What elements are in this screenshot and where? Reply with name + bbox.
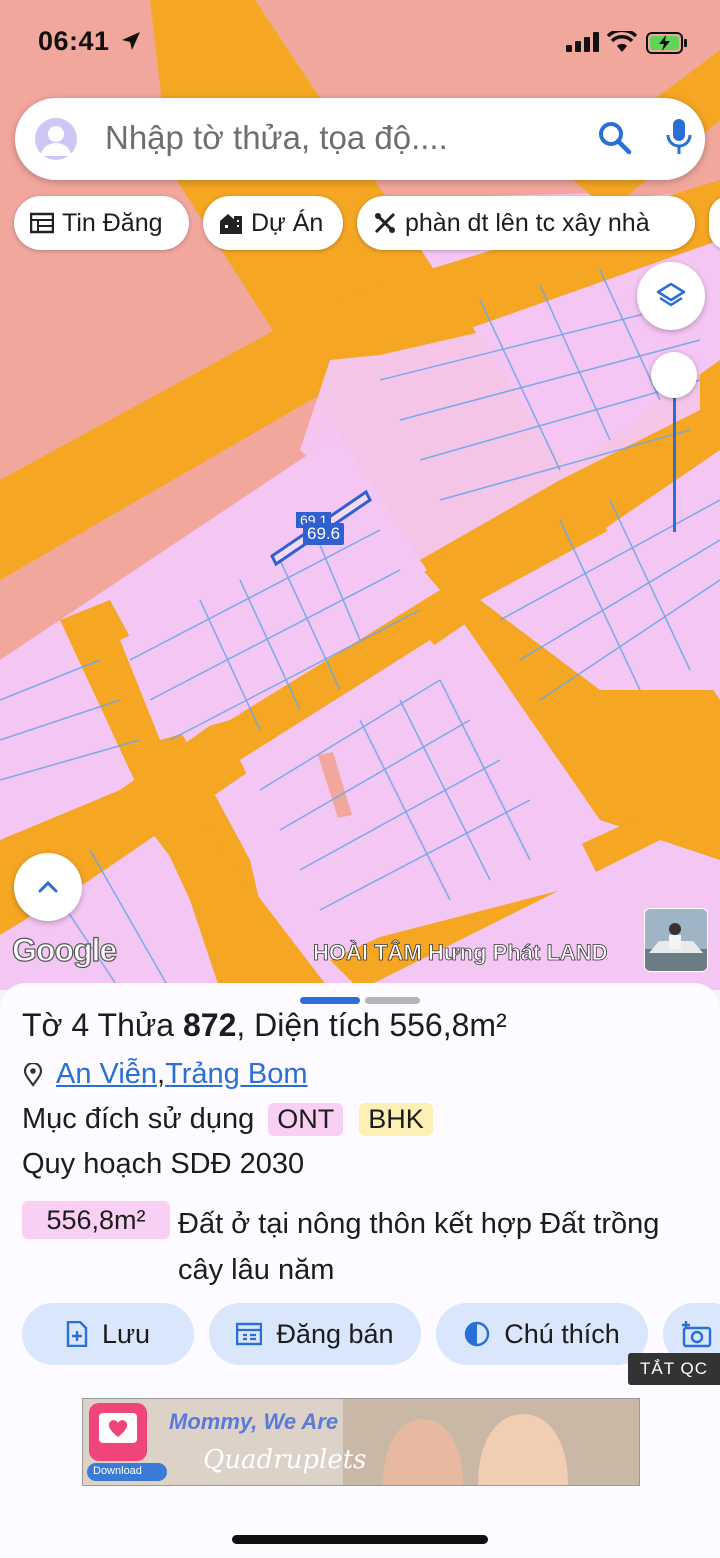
expand-sheet-button[interactable] bbox=[14, 853, 82, 921]
location-arrow-icon bbox=[122, 32, 140, 50]
zoom-slider-handle[interactable] bbox=[651, 352, 697, 398]
zoom-slider-track[interactable] bbox=[673, 388, 676, 532]
wifi-icon bbox=[607, 31, 637, 52]
ad-script-text: Quadruplets bbox=[203, 1445, 367, 1475]
ad-headline: Mommy, We Are bbox=[169, 1409, 339, 1434]
map-view[interactable]: 69.1 69.6 06:41 Tin Đăng Dự Án phàn dt l… bbox=[0, 0, 720, 990]
status-bar: 06:41 bbox=[0, 26, 720, 66]
add-file-icon bbox=[66, 1321, 88, 1347]
chip-label: Dự Án bbox=[251, 208, 324, 237]
commune-link[interactable]: An Viễn bbox=[56, 1058, 157, 1091]
chip-tin-dang[interactable]: Tin Đăng bbox=[14, 196, 189, 250]
microphone-icon[interactable] bbox=[666, 118, 692, 158]
chip-phan-dt[interactable]: phàn dt lên tc xây nhà bbox=[357, 196, 695, 250]
plan-area-badge: 556,8m² bbox=[22, 1201, 170, 1239]
chip-label: Tin Đăng bbox=[62, 208, 163, 237]
building-icon bbox=[220, 214, 242, 234]
plan-label: Quy hoạch SDĐ 2030 bbox=[22, 1148, 305, 1180]
watermark-thumbnail bbox=[644, 908, 708, 972]
search-bar[interactable] bbox=[15, 98, 705, 180]
layers-button[interactable] bbox=[637, 262, 705, 330]
parcel-address: An Viễn, Trảng Bom bbox=[22, 1058, 307, 1091]
chip-label: phàn dt lên tc xây nhà bbox=[405, 208, 650, 237]
google-attribution: Google bbox=[11, 931, 117, 968]
add-photo-icon bbox=[682, 1321, 712, 1348]
legend-button[interactable]: Chú thích bbox=[436, 1303, 648, 1365]
search-input[interactable] bbox=[105, 118, 575, 158]
listing-icon bbox=[236, 1322, 263, 1346]
profile-icon bbox=[41, 126, 71, 156]
location-pin-icon bbox=[23, 1062, 43, 1087]
search-icon[interactable] bbox=[598, 121, 632, 155]
chevron-up-icon bbox=[38, 880, 58, 893]
cellular-signal-icon bbox=[566, 32, 599, 52]
home-indicator[interactable] bbox=[232, 1535, 488, 1544]
watermark-text: HOÀI TÂM Hưng Phát LAND bbox=[313, 940, 608, 966]
action-buttons: Lưu Đăng bán Chú thích bbox=[0, 1303, 720, 1365]
close-ad-button[interactable]: TẮT QC bbox=[628, 1353, 720, 1385]
chip-du-an[interactable]: Dự Án bbox=[203, 196, 343, 250]
save-button[interactable]: Lưu bbox=[22, 1303, 194, 1365]
news-icon bbox=[30, 212, 54, 234]
parcel-title: Tờ 4 Thửa 872, Diện tích 556,8m² bbox=[22, 1007, 507, 1043]
tools-icon bbox=[374, 212, 396, 234]
battery-charging-icon bbox=[646, 32, 687, 54]
ad-banner[interactable]: Mommy, We Are Quadruplets Download bbox=[82, 1398, 640, 1486]
user-avatar[interactable] bbox=[35, 118, 77, 160]
contrast-icon bbox=[465, 1321, 490, 1347]
plan-description: Đất ở tại nông thôn kết hợp Đất trồng câ… bbox=[178, 1208, 660, 1286]
layers-icon bbox=[656, 282, 686, 307]
plot-length-label: 69.6 bbox=[303, 523, 345, 545]
land-use-purpose: Mục đích sử dụng ONT BHK bbox=[22, 1103, 433, 1136]
status-time: 06:41 bbox=[38, 26, 110, 56]
post-sale-button[interactable]: Đăng bán bbox=[209, 1303, 421, 1365]
ad-download-button[interactable]: Download bbox=[93, 1465, 142, 1477]
district-link[interactable]: Trảng Bom bbox=[165, 1058, 307, 1091]
purpose-tag-ont: ONT bbox=[268, 1103, 344, 1136]
purpose-tag-bhk: BHK bbox=[359, 1103, 433, 1136]
